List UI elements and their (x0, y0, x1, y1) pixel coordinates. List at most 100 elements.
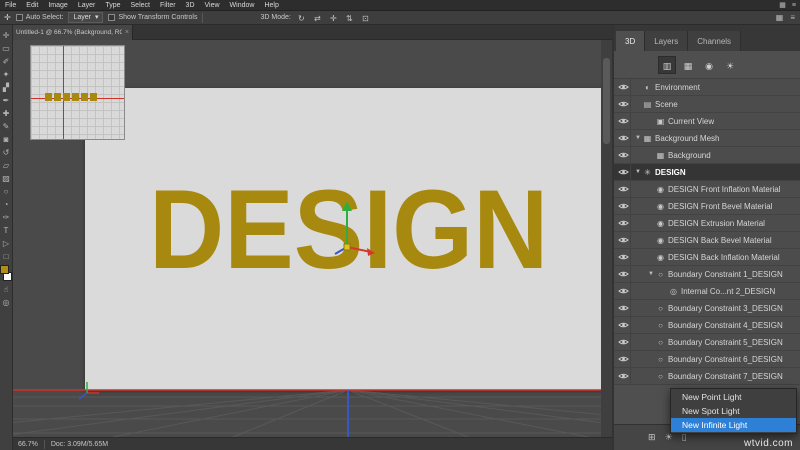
3d-panel-item-6[interactable]: ◉ DESIGN Front Inflation Material (614, 181, 800, 198)
foreground-color-swatch[interactable] (0, 265, 9, 274)
history-brush-tool[interactable]: ↺ (0, 146, 12, 159)
expander-icon[interactable]: ▼ (634, 135, 642, 141)
healing-brush-tool[interactable]: ✚ (0, 107, 12, 120)
menu-item-view[interactable]: View (200, 0, 225, 11)
visibility-eye-icon[interactable] (617, 96, 631, 112)
menu-item-type[interactable]: Type (100, 0, 125, 11)
clone-stamp-tool[interactable]: ◙ (0, 133, 12, 146)
path-select-tool[interactable]: ▷ (0, 237, 12, 250)
menu-item-select[interactable]: Select (126, 0, 155, 11)
expander-icon[interactable]: ▼ (647, 271, 655, 277)
filter-materials[interactable]: ◉ (700, 56, 718, 74)
visibility-eye-icon[interactable] (617, 147, 631, 163)
tab-3d[interactable]: 3D (616, 31, 646, 51)
visibility-eye-icon[interactable] (617, 113, 631, 129)
canvas-area[interactable]: Untitled-1 @ 66.7% (Background, RGB/8#) … (13, 25, 612, 450)
auto-select-target-dropdown[interactable]: Layer ▾ (68, 12, 104, 23)
type-tool[interactable]: T (0, 224, 12, 237)
3d-panel-item-2[interactable]: ▣ Current View (614, 113, 800, 130)
menu-item-help[interactable]: Help (259, 0, 283, 11)
3d-mode-icon-4[interactable]: ⊡ (359, 12, 372, 23)
marquee-tool[interactable]: ▭ (0, 42, 12, 55)
visibility-eye-icon[interactable] (617, 368, 631, 384)
3d-panel-item-10[interactable]: ◉ DESIGN Back Inflation Material (614, 249, 800, 266)
app-bar-icon-0[interactable]: ▦ (779, 0, 786, 11)
3d-panel-item-16[interactable]: ○ Boundary Constraint 6_DESIGN (614, 351, 800, 368)
visibility-eye-icon[interactable] (617, 266, 631, 282)
visibility-eye-icon[interactable] (617, 334, 631, 350)
visibility-eye-icon[interactable] (617, 300, 631, 316)
menu-item-edit[interactable]: Edit (21, 0, 43, 11)
visibility-eye-icon[interactable] (617, 351, 631, 367)
zoom-level[interactable]: 66.7% (18, 441, 38, 448)
dodge-tool[interactable]: ◔ (0, 198, 12, 211)
tab-layers[interactable]: Layers (645, 31, 689, 51)
app-bar-icon-1[interactable]: ≡ (792, 0, 796, 11)
pen-tool[interactable]: ✑ (0, 211, 12, 224)
3d-panel-item-4[interactable]: ▦ Background (614, 147, 800, 164)
menu-item-file[interactable]: File (0, 0, 21, 11)
zoom-tool[interactable]: ◎ (0, 296, 12, 309)
visibility-eye-icon[interactable] (617, 130, 631, 146)
visibility-eye-icon[interactable] (617, 249, 631, 265)
filter-meshes[interactable]: ▦ (679, 56, 697, 74)
3d-panel-item-7[interactable]: ◉ DESIGN Front Bevel Material (614, 198, 800, 215)
lasso-tool[interactable]: ✐ (0, 55, 12, 68)
visibility-eye-icon[interactable] (617, 283, 631, 299)
3d-panel-item-13[interactable]: ○ Boundary Constraint 3_DESIGN (614, 300, 800, 317)
close-icon[interactable]: × (125, 29, 129, 36)
visibility-eye-icon[interactable] (617, 215, 631, 231)
context-menu-item-1[interactable]: New Spot Light (671, 404, 796, 418)
3d-panel-item-17[interactable]: ○ Boundary Constraint 7_DESIGN (614, 368, 800, 385)
3d-move-widget[interactable] (331, 195, 377, 257)
workspace-icon-1[interactable]: ≡ (790, 13, 795, 22)
shape-tool[interactable]: □ (0, 250, 12, 263)
scrollbar-thumb[interactable] (603, 58, 610, 144)
3d-panel-item-15[interactable]: ○ Boundary Constraint 5_DESIGN (614, 334, 800, 351)
3d-mode-icon-1[interactable]: ⇄ (311, 12, 324, 23)
visibility-eye-icon[interactable] (617, 232, 631, 248)
context-menu-item-0[interactable]: New Point Light (671, 390, 796, 404)
visibility-eye-icon[interactable] (617, 181, 631, 197)
brush-tool[interactable]: ✎ (0, 120, 12, 133)
visibility-eye-icon[interactable] (617, 317, 631, 333)
quick-select-tool[interactable]: ✦ (0, 68, 12, 81)
new-item-icon[interactable]: ⊞ (648, 432, 656, 443)
secondary-view-minimap[interactable] (30, 45, 125, 140)
blur-tool[interactable]: ○ (0, 185, 12, 198)
3d-panel-item-1[interactable]: ▤ Scene (614, 96, 800, 113)
menu-item-filter[interactable]: Filter (155, 0, 181, 11)
color-swatches[interactable] (0, 265, 12, 281)
move-tool[interactable]: ✛ (0, 29, 12, 42)
eraser-tool[interactable]: ▱ (0, 159, 12, 172)
filter-lights[interactable]: ☀ (721, 56, 739, 74)
3d-mode-icon-3[interactable]: ⇅ (343, 12, 356, 23)
auto-select-checkbox[interactable] (15, 14, 23, 21)
visibility-eye-icon[interactable] (617, 79, 631, 95)
tab-channels[interactable]: Channels (688, 31, 742, 51)
crop-tool[interactable]: ▞ (0, 81, 12, 94)
3d-panel-item-11[interactable]: ▼ ○ Boundary Constraint 1_DESIGN (614, 266, 800, 283)
canvas-vertical-scrollbar[interactable] (601, 40, 612, 437)
visibility-eye-icon[interactable] (617, 198, 631, 214)
gradient-tool[interactable]: ▨ (0, 172, 12, 185)
3d-mode-icon-2[interactable]: ✛ (327, 12, 340, 23)
filter-whole-scene[interactable]: ▥ (658, 55, 676, 74)
show-transform-checkbox[interactable] (108, 14, 116, 21)
visibility-eye-icon[interactable] (617, 164, 631, 180)
3d-panel-item-8[interactable]: ◉ DESIGN Extrusion Material (614, 215, 800, 232)
3d-panel-item-0[interactable]: ◐ Environment (614, 79, 800, 96)
menu-item-3d[interactable]: 3D (181, 0, 200, 11)
context-menu-item-2[interactable]: New Infinite Light (671, 418, 796, 432)
menu-item-window[interactable]: Window (225, 0, 260, 11)
3d-panel-item-14[interactable]: ○ Boundary Constraint 4_DESIGN (614, 317, 800, 334)
menu-item-image[interactable]: Image (43, 0, 72, 11)
3d-panel-item-9[interactable]: ◉ DESIGN Back Bevel Material (614, 232, 800, 249)
hand-tool[interactable]: ☝ (0, 283, 12, 296)
workspace-icon-0[interactable]: ▦ (776, 13, 784, 22)
3d-panel-item-3[interactable]: ▼ ▦ Background Mesh (614, 130, 800, 147)
3d-mode-icon-0[interactable]: ↻ (295, 12, 308, 23)
menu-item-layer[interactable]: Layer (73, 0, 101, 11)
3d-panel-item-5[interactable]: ▼ ✳ DESIGN (614, 164, 800, 181)
eyedropper-tool[interactable]: ✒ (0, 94, 12, 107)
